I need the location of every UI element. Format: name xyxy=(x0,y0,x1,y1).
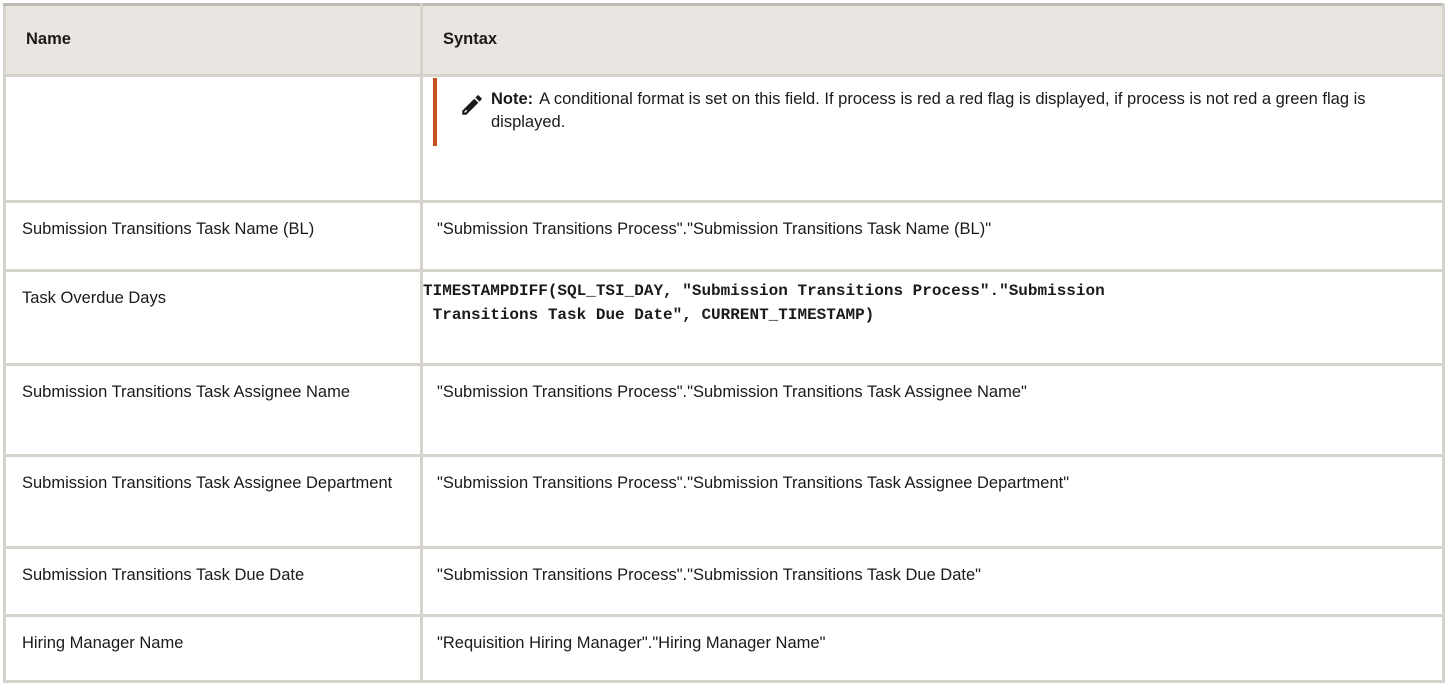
table-row: Submission Transitions Task Name (BL) "S… xyxy=(3,200,1445,272)
syntax-table: Name Syntax Note: A conditional format is… xyxy=(3,3,1445,683)
table-row: Hiring Manager Name "Requisition Hiring … xyxy=(3,614,1445,683)
syntax-cell: TIMESTAMPDIFF(SQL_TSI_DAY, "Submission T… xyxy=(420,269,1445,366)
table-row: Note: A conditional format is set on this… xyxy=(3,74,1445,203)
syntax-cell: "Submission Transitions Process"."Submis… xyxy=(420,363,1445,457)
syntax-cell: Note: A conditional format is set on this… xyxy=(420,74,1445,203)
table-row: Submission Transitions Task Assignee Nam… xyxy=(3,363,1445,457)
name-cell xyxy=(3,74,423,203)
note-label: Note: xyxy=(491,90,534,108)
name-cell: Submission Transitions Task Name (BL) xyxy=(3,200,423,272)
name-cell: Task Overdue Days xyxy=(3,269,423,366)
syntax-cell: "Submission Transitions Process"."Submis… xyxy=(420,454,1445,549)
syntax-cell: "Requisition Hiring Manager"."Hiring Man… xyxy=(420,614,1445,683)
note-callout: Note: A conditional format is set on this… xyxy=(433,78,1428,147)
table-row: Submission Transitions Task Assignee Dep… xyxy=(3,454,1445,549)
name-cell: Hiring Manager Name xyxy=(3,614,423,683)
header-name: Name xyxy=(3,3,423,77)
name-cell: Submission Transitions Task Assignee Nam… xyxy=(3,363,423,457)
syntax-cell: "Submission Transitions Process"."Submis… xyxy=(420,200,1445,272)
note-text: A conditional format is set on this fiel… xyxy=(491,90,1366,132)
syntax-cell: "Submission Transitions Process"."Submis… xyxy=(420,546,1445,617)
name-cell: Submission Transitions Task Assignee Dep… xyxy=(3,454,423,549)
table-row: Submission Transitions Task Due Date "Su… xyxy=(3,546,1445,617)
name-cell: Submission Transitions Task Due Date xyxy=(3,546,423,617)
header-syntax: Syntax xyxy=(420,3,1445,77)
syntax-code: TIMESTAMPDIFF(SQL_TSI_DAY, "Submission T… xyxy=(423,282,1105,324)
table-header-row: Name Syntax xyxy=(3,3,1445,77)
pencil-icon xyxy=(462,95,482,115)
table-row: Task Overdue Days TIMESTAMPDIFF(SQL_TSI_… xyxy=(3,269,1445,366)
